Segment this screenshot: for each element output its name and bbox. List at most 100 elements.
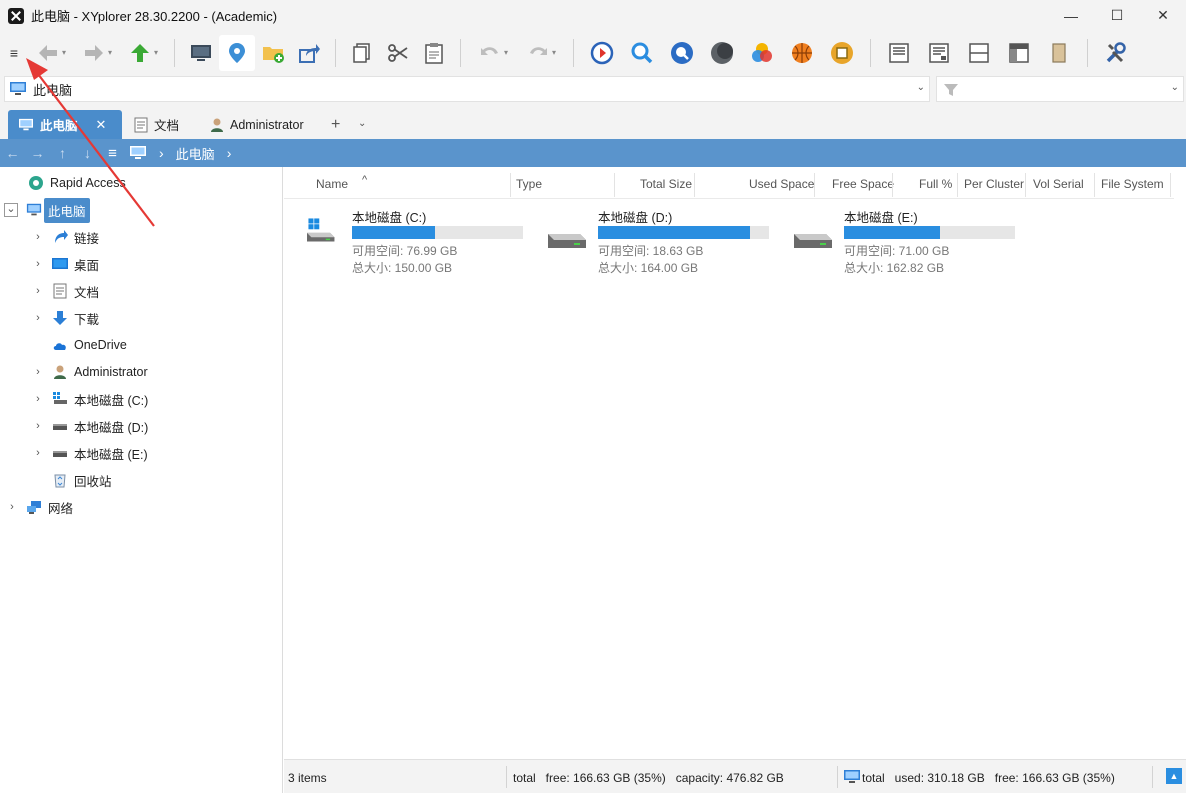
undo-dropdown-icon[interactable]: ▾ — [504, 48, 508, 57]
back-dropdown-icon[interactable]: ▾ — [62, 48, 66, 57]
share-button[interactable] — [291, 35, 327, 71]
column-header-name[interactable]: Name — [316, 177, 348, 191]
up-button[interactable]: ▾ — [120, 35, 166, 71]
this-pc-button[interactable] — [183, 35, 219, 71]
expand-toggle-icon[interactable]: › — [32, 366, 44, 378]
up-dropdown-icon[interactable]: ▾ — [154, 48, 158, 57]
tree-item-desktop[interactable]: › 桌面 — [32, 252, 99, 276]
column-header-full-percent[interactable]: Full % — [919, 177, 952, 191]
column-divider[interactable] — [957, 173, 958, 197]
tree-item-drive-c[interactable]: › 本地磁盘 (C:) — [32, 387, 148, 411]
new-folder-button[interactable] — [255, 35, 291, 71]
column-divider[interactable] — [510, 173, 511, 197]
column-header-used-space[interactable]: Used Space — [749, 177, 814, 191]
minimize-button[interactable]: — — [1048, 0, 1094, 31]
find-files-button[interactable] — [622, 35, 662, 71]
tree-item-drive-e[interactable]: › 本地磁盘 (E:) — [32, 441, 147, 465]
tab-this-pc[interactable]: 此电脑 ✕ — [8, 110, 122, 139]
tab-documents[interactable]: 文档 — [130, 110, 196, 139]
expand-toggle-icon[interactable]: › — [32, 285, 44, 297]
ball-button[interactable] — [782, 35, 822, 71]
copy-button[interactable] — [344, 35, 380, 71]
column-header-per-cluster[interactable]: Per Cluster — [964, 177, 1024, 191]
paste-button[interactable] — [416, 35, 452, 71]
tree-item-drive-d[interactable]: › 本地磁盘 (D:) — [32, 414, 148, 438]
collapse-toggle-icon[interactable]: ⌄ — [4, 203, 18, 217]
quick-search-button[interactable] — [662, 35, 702, 71]
info-panel-button[interactable] — [1039, 35, 1079, 71]
visual-filter-box[interactable]: ⌄ — [936, 76, 1184, 102]
expand-toggle-icon[interactable]: › — [6, 501, 18, 513]
redo-button[interactable]: ▾ — [517, 35, 565, 71]
expand-toggle-icon[interactable]: › — [32, 393, 44, 405]
column-divider[interactable] — [1094, 173, 1095, 197]
main-menu-button[interactable]: ≡ — [0, 35, 28, 71]
close-button[interactable]: ✕ — [1140, 0, 1186, 31]
back-button[interactable]: ▾ — [28, 35, 74, 71]
breadcrumb-forward-button[interactable]: → — [25, 145, 50, 161]
new-tab-button[interactable]: + — [331, 116, 340, 134]
location-button[interactable] — [219, 34, 255, 71]
monitor-icon[interactable] — [129, 145, 147, 161]
hard-drive-icon — [53, 451, 67, 457]
column-divider[interactable] — [892, 173, 893, 197]
tree-item-links[interactable]: › 链接 — [32, 225, 99, 249]
undo-button[interactable]: ▾ — [469, 35, 517, 71]
breadcrumb-up-button[interactable]: ↑ — [50, 145, 75, 161]
drive-tile-d[interactable]: 本地磁盘 (D:) 可用空间: 18.63 GB 总大小: 164.00 GB — [534, 205, 774, 275]
tree-item-administrator[interactable]: › Administrator — [32, 360, 148, 384]
scroll-to-top-button[interactable]: ▲ — [1166, 768, 1182, 784]
sort-ascending-icon: ^ — [362, 174, 368, 186]
expand-toggle-icon[interactable]: › — [32, 312, 44, 324]
tab-list-dropdown-icon[interactable]: ⌄ — [358, 118, 366, 129]
list-view-button[interactable] — [879, 35, 919, 71]
expand-toggle-icon[interactable]: › — [32, 231, 44, 243]
drive-tile-c[interactable]: 本地磁盘 (C:) 可用空间: 76.99 GB 总大小: 150.00 GB — [288, 205, 528, 275]
breadcrumb-back-button[interactable]: ← — [0, 145, 25, 161]
column-header-total-size[interactable]: Total Size — [640, 177, 692, 191]
column-divider[interactable] — [1170, 173, 1171, 197]
expand-toggle-icon[interactable]: › — [32, 447, 44, 459]
color-filter-button[interactable] — [742, 35, 782, 71]
tree-item-onedrive[interactable]: OneDrive — [52, 333, 127, 357]
tree-item-recycle-bin[interactable]: 回收站 — [52, 468, 112, 492]
tree-item-downloads[interactable]: › 下载 — [32, 306, 99, 330]
column-divider[interactable] — [814, 173, 815, 197]
column-divider[interactable] — [614, 173, 615, 197]
breadcrumb-separator[interactable]: › — [159, 145, 164, 161]
breadcrumb-separator[interactable]: › — [227, 145, 232, 161]
tree-item-this-pc[interactable]: ⌄ 此电脑 — [4, 197, 90, 223]
tree-item-rapid-access[interactable]: Rapid Access — [28, 171, 126, 195]
breadcrumb-down-button[interactable]: ↓ — [75, 145, 100, 161]
play-button[interactable] — [582, 35, 622, 71]
column-header-free-space[interactable]: Free Space — [832, 177, 894, 191]
tag-button[interactable] — [822, 35, 862, 71]
maximize-button[interactable]: ☐ — [1094, 0, 1140, 31]
column-header-type[interactable]: Type — [516, 177, 542, 191]
preview-pane-button[interactable] — [999, 35, 1039, 71]
cut-button[interactable] — [380, 35, 416, 71]
configuration-button[interactable] — [1096, 35, 1136, 71]
dual-pane-button[interactable] — [959, 35, 999, 71]
address-history-dropdown-icon[interactable]: ⌄ — [917, 82, 925, 93]
forward-button[interactable]: ▾ — [74, 35, 120, 71]
tree-item-documents[interactable]: › 文档 — [32, 279, 99, 303]
forward-dropdown-icon[interactable]: ▾ — [108, 48, 112, 57]
column-header-vol-serial[interactable]: Vol Serial — [1033, 177, 1084, 191]
expand-toggle-icon[interactable]: › — [32, 258, 44, 270]
breadcrumb-item-this-pc[interactable]: 此电脑 — [176, 144, 215, 163]
details-view-button[interactable] — [919, 35, 959, 71]
column-header-file-system[interactable]: File System — [1101, 177, 1164, 191]
filter-dropdown-icon[interactable]: ⌄ — [1171, 82, 1179, 93]
tab-administrator[interactable]: Administrator — [206, 110, 322, 139]
tree-item-network[interactable]: › 网络 — [6, 495, 73, 519]
drive-tile-e[interactable]: 本地磁盘 (E:) 可用空间: 71.00 GB 总大小: 162.82 GB — [780, 205, 1020, 275]
redo-dropdown-icon[interactable]: ▾ — [552, 48, 556, 57]
column-divider[interactable] — [1025, 173, 1026, 197]
address-bar[interactable]: 此电脑 ⌄ — [4, 76, 930, 102]
dark-mode-button[interactable] — [702, 35, 742, 71]
breadcrumb-menu-button[interactable]: ≡ — [100, 145, 125, 162]
expand-toggle-icon[interactable]: › — [32, 420, 44, 432]
column-divider[interactable] — [694, 173, 695, 197]
tab-close-icon[interactable]: ✕ — [96, 117, 107, 133]
